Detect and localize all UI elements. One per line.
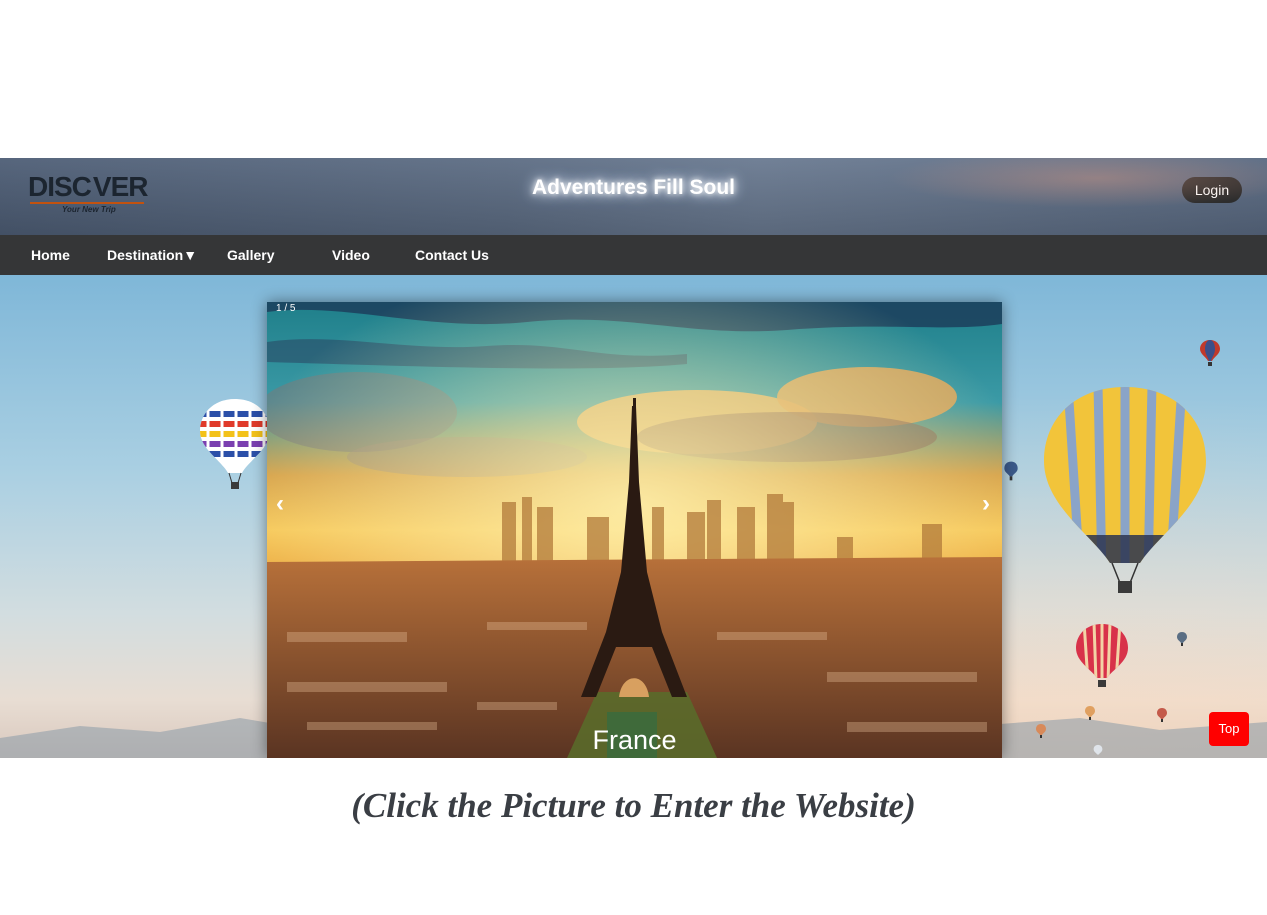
hot-air-balloon-icon (1177, 632, 1187, 646)
login-button[interactable]: Login (1182, 177, 1242, 203)
slide-caption: France (592, 725, 677, 755)
back-to-top-button[interactable]: Top (1209, 712, 1249, 746)
next-slide-arrow[interactable]: › (982, 490, 990, 518)
hot-air-balloon-icon (1076, 624, 1128, 687)
logo-tagline: Your New Trip (62, 205, 116, 214)
hero-background: 1 / 5 ‹ › France Top (0, 275, 1267, 758)
nav-item-home[interactable]: Home (31, 235, 70, 275)
website-preview[interactable]: DISC VER Your New Trip Adventures Fill So… (0, 158, 1267, 758)
logo-underline (30, 202, 144, 204)
paris-eiffel-tower-photo (267, 302, 1002, 758)
hot-air-balloon-icon (200, 399, 270, 489)
hot-air-balloon-icon (1036, 724, 1046, 738)
enter-website-instruction[interactable]: (Click the Picture to Enter the Website) (0, 786, 1267, 826)
nav-item-contact-us[interactable]: Contact Us (415, 235, 489, 275)
prev-slide-arrow[interactable]: ‹ (276, 490, 284, 518)
slide-counter: 1 / 5 (276, 303, 296, 314)
site-title: Adventures Fill Soul (531, 176, 736, 199)
main-nav: Home Destination▼ Gallery Video Contact … (0, 235, 1267, 275)
hot-air-balloon-icon (1085, 706, 1095, 720)
hot-air-balloon-icon (1200, 340, 1220, 366)
site-header: DISC VER Your New Trip Adventures Fill So… (0, 158, 1267, 235)
hot-air-balloon-icon (1157, 708, 1167, 722)
nav-item-gallery[interactable]: Gallery (227, 235, 274, 275)
hot-air-balloon-icon (1044, 387, 1206, 593)
nav-item-video[interactable]: Video (332, 235, 370, 275)
nav-item-destination[interactable]: Destination▼ (107, 235, 197, 275)
slideshow-image[interactable]: 1 / 5 ‹ › France (267, 302, 1002, 758)
hot-air-balloon-icon (1004, 461, 1018, 481)
hot-air-balloon-icon (1093, 744, 1103, 755)
